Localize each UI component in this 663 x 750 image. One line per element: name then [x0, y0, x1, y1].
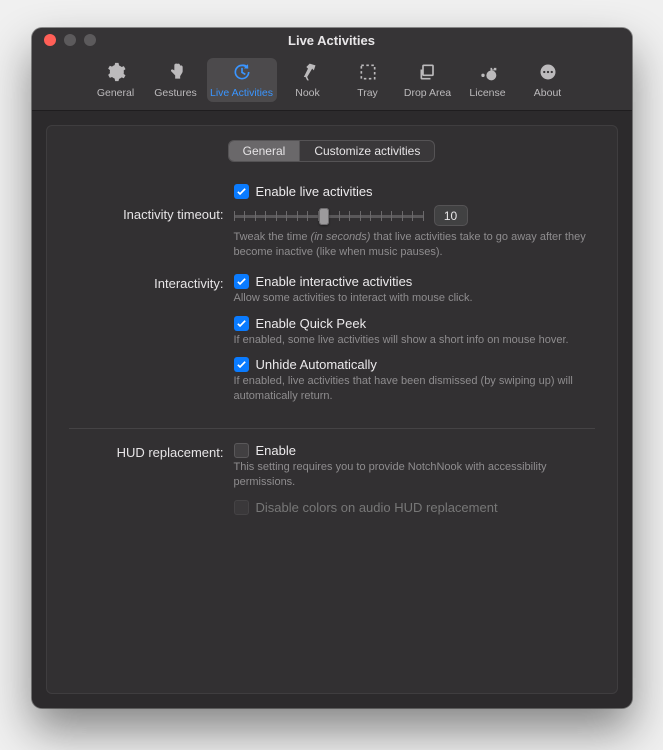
tab-label: Nook: [295, 87, 320, 99]
inactivity-timeout-help: Tweak the time (in seconds) that live ac…: [234, 230, 594, 260]
minimize-button[interactable]: [64, 34, 76, 46]
close-button[interactable]: [44, 34, 56, 46]
quick-peek-help: If enabled, some live activities will sh…: [234, 333, 594, 348]
tab-about[interactable]: About: [519, 58, 577, 102]
enable-interactive-checkbox[interactable]: [234, 274, 249, 289]
enable-interactive-help: Allow some activities to interact with m…: [234, 291, 594, 306]
enable-interactive-label: Enable interactive activities: [256, 274, 413, 289]
gear-icon: [105, 62, 127, 85]
content-area: General Customize activities Enable live…: [32, 111, 632, 708]
tab-drop-area[interactable]: Drop Area: [399, 58, 457, 102]
inactivity-timeout-label: Inactivity timeout:: [69, 205, 234, 222]
separator: [69, 428, 595, 429]
hand-icon: [165, 62, 187, 85]
inactivity-timeout-value[interactable]: 10: [434, 205, 468, 226]
tab-label: License: [469, 87, 505, 99]
quick-peek-label: Enable Quick Peek: [256, 316, 367, 331]
settings-window: Live Activities General Gestures Live Ac…: [32, 28, 632, 708]
tab-tray[interactable]: Tray: [339, 58, 397, 102]
subtab-general[interactable]: General: [229, 141, 300, 161]
key-icon: [477, 62, 499, 85]
settings-panel: General Customize activities Enable live…: [46, 125, 618, 694]
interactivity-label: Interactivity:: [69, 274, 234, 291]
enable-live-activities-checkbox[interactable]: [234, 184, 249, 199]
preferences-toolbar: General Gestures Live Activities Nook Tr…: [32, 52, 632, 111]
lamp-icon: [297, 62, 319, 85]
ellipsis-icon: [537, 62, 559, 85]
tab-label: Tray: [357, 87, 378, 99]
zoom-button[interactable]: [84, 34, 96, 46]
tab-label: Live Activities: [210, 87, 273, 99]
quick-peek-checkbox[interactable]: [234, 316, 249, 331]
tab-label: Drop Area: [404, 87, 451, 99]
window-title: Live Activities: [32, 33, 632, 48]
tab-label: General: [97, 87, 134, 99]
tab-license[interactable]: License: [459, 58, 517, 102]
subtab-customize[interactable]: Customize activities: [299, 141, 434, 161]
unhide-auto-help: If enabled, live activities that have be…: [234, 374, 594, 404]
activity-icon: [231, 62, 253, 85]
tab-nook[interactable]: Nook: [279, 58, 337, 102]
hud-enable-label: Enable: [256, 443, 296, 458]
inactivity-timeout-slider[interactable]: [234, 207, 424, 225]
tab-label: Gestures: [154, 87, 197, 99]
stack-icon: [417, 62, 439, 85]
enable-live-activities-label: Enable live activities: [256, 184, 373, 199]
window-controls: [44, 34, 96, 46]
tab-gestures[interactable]: Gestures: [147, 58, 205, 102]
titlebar: Live Activities: [32, 28, 632, 52]
hud-disable-colors-checkbox: [234, 500, 249, 515]
tray-icon: [357, 62, 379, 85]
tab-live-activities[interactable]: Live Activities: [207, 58, 277, 102]
hud-enable-checkbox[interactable]: [234, 443, 249, 458]
unhide-auto-label: Unhide Automatically: [256, 357, 377, 372]
tab-general[interactable]: General: [87, 58, 145, 102]
unhide-auto-checkbox[interactable]: [234, 357, 249, 372]
tab-label: About: [534, 87, 561, 99]
subtab-segment: General Customize activities: [228, 140, 436, 162]
hud-replacement-label: HUD replacement:: [69, 443, 234, 460]
hud-disable-colors-label: Disable colors on audio HUD replacement: [256, 500, 498, 515]
hud-enable-help: This setting requires you to provide Not…: [234, 460, 594, 490]
